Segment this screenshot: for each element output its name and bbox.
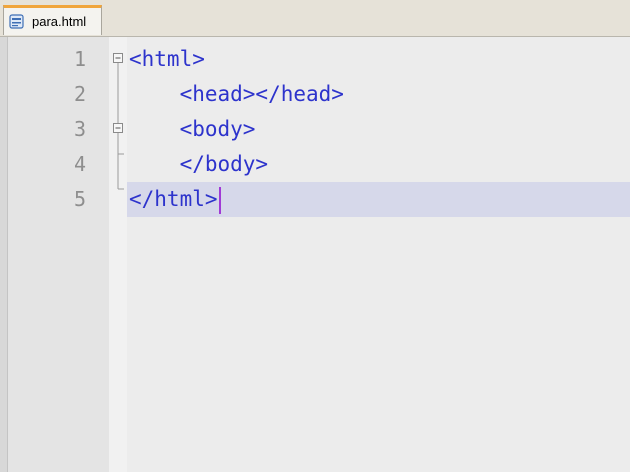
- tab-bar: para.html: [0, 0, 630, 37]
- code-line[interactable]: </body>: [129, 147, 269, 182]
- text-caret: [219, 187, 221, 214]
- fold-toggle-html-icon[interactable]: [113, 53, 123, 63]
- code-line[interactable]: <head></head>: [129, 77, 344, 112]
- line-number: 1: [73, 47, 86, 71]
- tab-label: para.html: [32, 14, 87, 29]
- file-html-icon: [9, 14, 24, 29]
- tab-para-html[interactable]: para.html: [3, 5, 102, 35]
- code-editor[interactable]: 1 2 3 4 5 <html> <head></head> <body> </…: [0, 37, 630, 472]
- code-line[interactable]: </html>: [129, 182, 218, 217]
- line-number: 5: [73, 187, 86, 211]
- editor-left-border: [0, 37, 8, 472]
- line-number: 2: [73, 82, 86, 106]
- fold-markers: [113, 53, 124, 190]
- line-number: 4: [73, 152, 86, 176]
- code-line[interactable]: <body>: [129, 112, 256, 147]
- fold-toggle-body-icon[interactable]: [113, 123, 123, 133]
- line-number: 3: [73, 117, 86, 141]
- editor-window: para.html 1 2 3 4 5 <html> <head></head>…: [0, 0, 630, 472]
- code-line[interactable]: <html>: [129, 42, 205, 77]
